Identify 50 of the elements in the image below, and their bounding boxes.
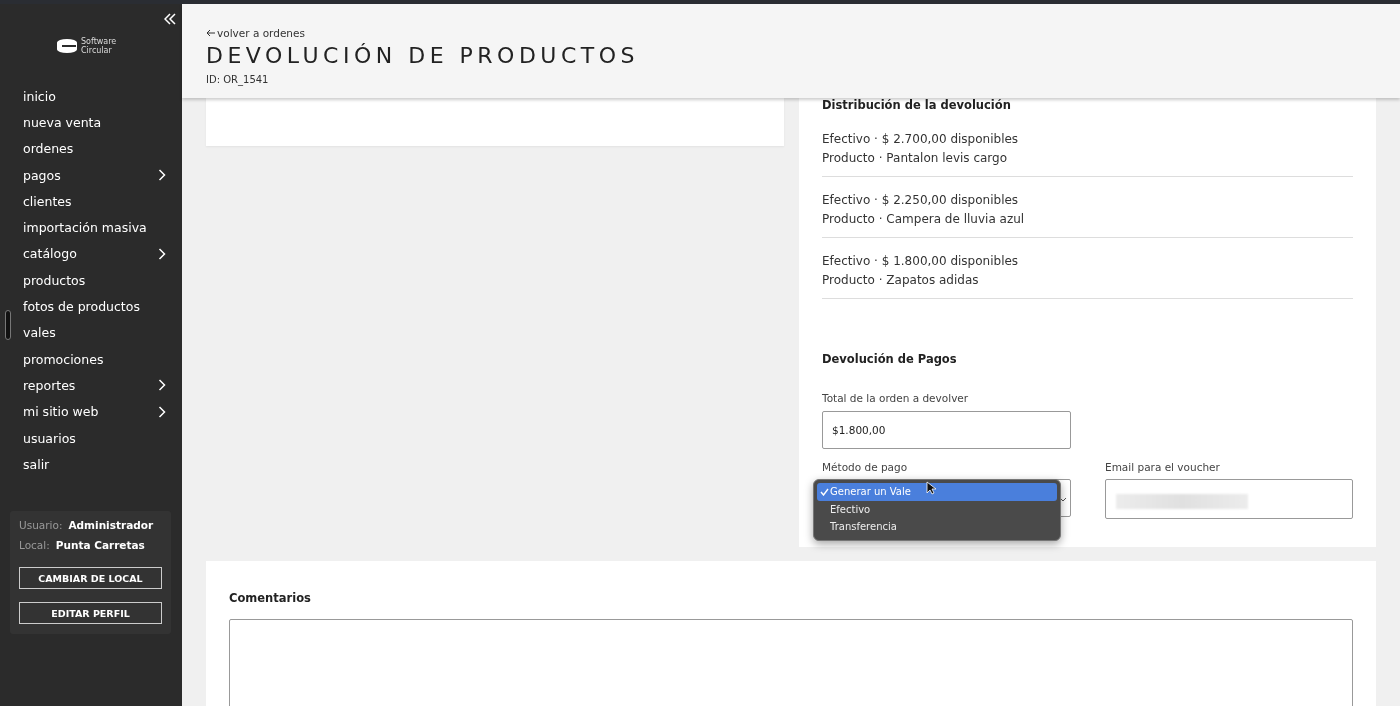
- check-icon: [820, 487, 829, 496]
- nav-item[interactable]: nueva venta: [23, 109, 166, 136]
- section-title: Distribución de la devolución: [822, 98, 1012, 112]
- collapse-icon[interactable]: [164, 13, 176, 25]
- nav-item[interactable]: clientes: [23, 188, 166, 215]
- dropdown-option[interactable]: Generar un Vale: [817, 483, 1057, 501]
- local-value: Punta Carretas: [55, 539, 145, 552]
- field-label: Total de la orden a devolver: [822, 392, 970, 404]
- email-field[interactable]: [1105, 479, 1353, 519]
- field-label: Método de pago: [822, 461, 909, 473]
- nav-item[interactable]: catálogo: [23, 240, 166, 268]
- dropdown-option[interactable]: Efectivo: [817, 500, 1057, 518]
- section-title: Comentarios: [229, 591, 312, 605]
- outline-button[interactable]: EDITAR PERFIL: [19, 602, 162, 625]
- brand-name: Circular: [81, 46, 113, 55]
- distribution-text: Efectivo · $ 1.800,00 disponibles: [822, 253, 1020, 270]
- distribution-text: Efectivo · $ 2.250,00 disponibles: [822, 192, 1020, 209]
- nav-item[interactable]: salir: [23, 451, 166, 478]
- section-title: Devolución de Pagos: [822, 352, 958, 366]
- nav-item[interactable]: fotos de productos: [23, 293, 166, 320]
- order-id: ID: OR_1541: [206, 74, 270, 85]
- comments-field[interactable]: [229, 619, 1353, 706]
- dropdown-option[interactable]: Transferencia: [817, 518, 1057, 536]
- arrow-left-icon: [206, 29, 215, 37]
- nav-item[interactable]: pagos: [23, 161, 166, 189]
- nav-item[interactable]: ordenes: [23, 135, 166, 162]
- page-title: DEVOLUCIÓN DE PRODUCTOS: [206, 43, 641, 68]
- nav-item[interactable]: promociones: [23, 345, 166, 373]
- back-link[interactable]: volver a ordenes: [206, 27, 1376, 39]
- nav-item[interactable]: reportes: [23, 372, 166, 399]
- brand-name: Software: [81, 37, 117, 46]
- distribution-text: Producto · Pantalon levis cargo: [822, 150, 1008, 167]
- user-value: Administrador: [68, 519, 154, 532]
- nav-item[interactable]: importación masiva: [23, 214, 166, 241]
- user-label: Usuario:: [19, 519, 63, 532]
- distribution-text: Producto · Zapatos adidas: [822, 272, 980, 289]
- nav-item[interactable]: mi sitio web: [23, 398, 166, 425]
- nav-item[interactable]: inicio: [23, 83, 166, 110]
- distribution-text: Efectivo · $ 2.700,00 disponibles: [822, 131, 1020, 148]
- scrollbar-handle[interactable]: [5, 310, 11, 340]
- logo-icon: [56, 38, 78, 54]
- nav-item[interactable]: vales: [23, 319, 166, 346]
- outline-button[interactable]: CAMBIAR DE LOCAL: [19, 567, 162, 590]
- cursor-icon: [926, 481, 936, 495]
- total-field[interactable]: $1.800,00: [822, 411, 1071, 449]
- nav-item[interactable]: productos: [23, 267, 166, 294]
- local-label: Local:: [19, 539, 50, 552]
- distribution-text: Producto · Campera de lluvia azul: [822, 211, 1026, 228]
- field-label: Email para el voucher: [1105, 461, 1221, 473]
- nav-item[interactable]: usuarios: [23, 424, 166, 452]
